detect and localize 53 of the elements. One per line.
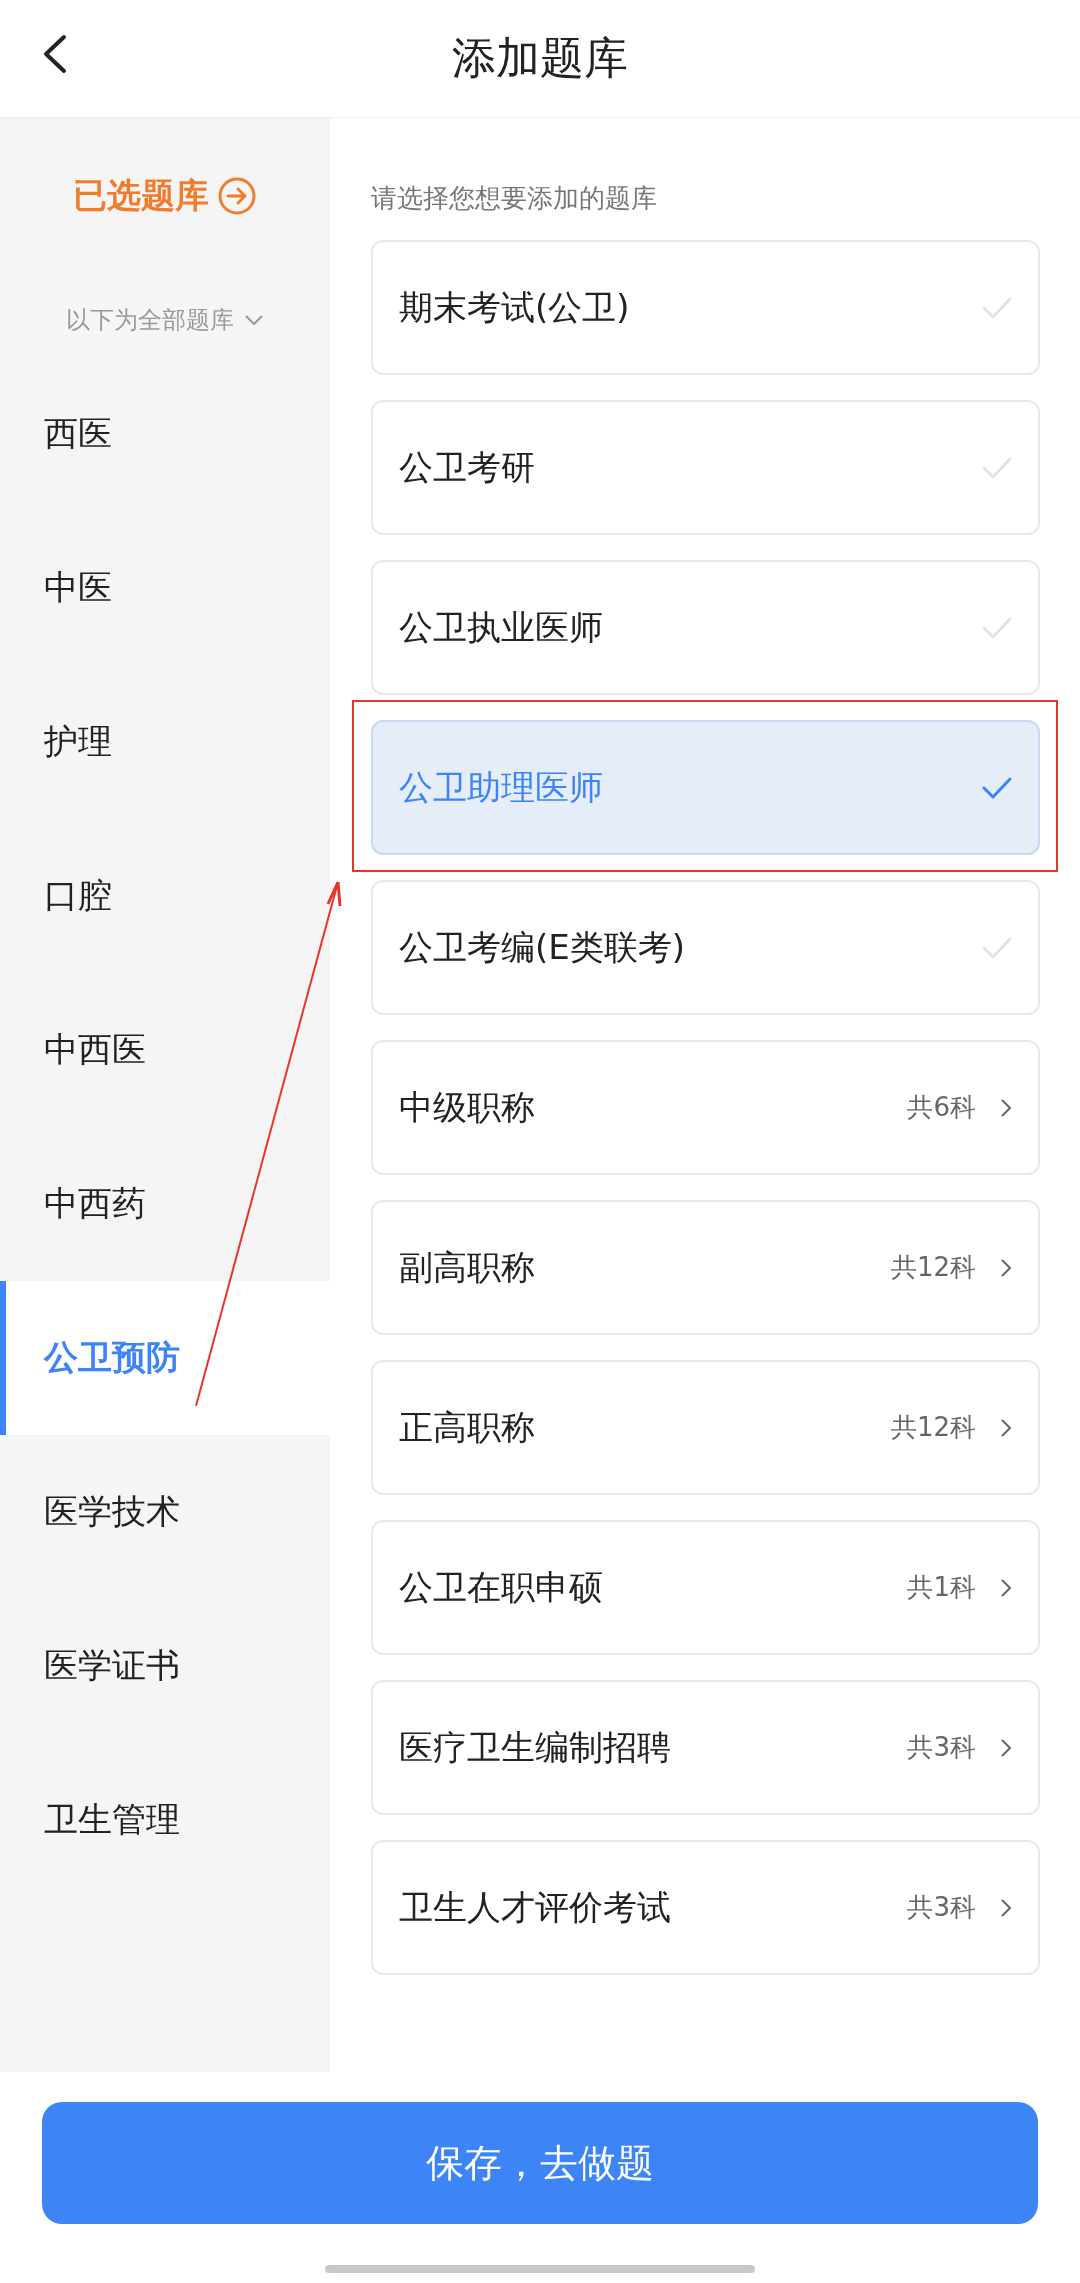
chevron-icon bbox=[1000, 1897, 1012, 1918]
bank-group[interactable]: 正高职称 共12科 bbox=[371, 1360, 1040, 1495]
check-icon bbox=[982, 936, 1012, 959]
bank-group[interactable]: 公卫在职申硕 共1科 bbox=[371, 1520, 1040, 1655]
category-tab[interactable]: 医学技术 bbox=[0, 1435, 330, 1589]
bank-name: 副高职称 bbox=[399, 1245, 536, 1289]
subject-count: 共3科 bbox=[907, 1891, 976, 1924]
bank-name: 公卫在职申硕 bbox=[399, 1565, 604, 1609]
bank-name: 中级职称 bbox=[399, 1085, 536, 1129]
bank-name: 公卫执业医师 bbox=[399, 605, 604, 649]
bank-name: 卫生人才评价考试 bbox=[399, 1885, 672, 1929]
subject-count: 共3科 bbox=[907, 1731, 976, 1764]
bank-name: 正高职称 bbox=[399, 1405, 536, 1449]
chevron-down-icon bbox=[244, 313, 264, 327]
category-tab[interactable]: 口腔 bbox=[0, 819, 330, 973]
subject-count: 共12科 bbox=[890, 1251, 976, 1284]
chevron-icon bbox=[1000, 1577, 1012, 1598]
bank-group[interactable]: 卫生人才评价考试 共3科 bbox=[371, 1840, 1040, 1975]
bank-option[interactable]: 公卫考研 bbox=[371, 400, 1040, 535]
check-icon bbox=[982, 616, 1012, 639]
arrow-circle-icon bbox=[217, 176, 257, 216]
instruction-text: 请选择您想要添加的题库 bbox=[371, 182, 658, 215]
bank-group[interactable]: 中级职称 共6科 bbox=[371, 1040, 1040, 1175]
subject-count: 共1科 bbox=[907, 1571, 976, 1604]
bank-group[interactable]: 医疗卫生编制招聘 共3科 bbox=[371, 1680, 1040, 1815]
subject-count: 共12科 bbox=[890, 1411, 976, 1444]
bank-option[interactable]: 公卫执业医师 bbox=[371, 560, 1040, 695]
category-tab[interactable]: 卫生管理 bbox=[0, 1743, 330, 1897]
category-tab[interactable]: 医学证书 bbox=[0, 1589, 330, 1743]
category-tab[interactable]: 中西药 bbox=[0, 1127, 330, 1281]
category-tab[interactable]: 中西医 bbox=[0, 973, 330, 1127]
bank-group[interactable]: 副高职称 共12科 bbox=[371, 1200, 1040, 1335]
check-icon bbox=[982, 776, 1012, 799]
bank-name: 期末考试(公卫) bbox=[399, 285, 631, 329]
chevron-icon bbox=[1000, 1257, 1012, 1278]
category-tab[interactable]: 中医 bbox=[0, 511, 330, 665]
chevron-icon bbox=[1000, 1737, 1012, 1758]
check-icon bbox=[982, 456, 1012, 479]
bank-option[interactable]: 公卫考编(E类联考) bbox=[371, 880, 1040, 1015]
category-tab[interactable]: 西医 bbox=[0, 357, 330, 511]
category-tab[interactable]: 护理 bbox=[0, 665, 330, 819]
bank-name: 医疗卫生编制招聘 bbox=[399, 1725, 672, 1769]
save-button[interactable]: 保存，去做题 bbox=[42, 2102, 1038, 2224]
category-tab[interactable]: 公卫预防 bbox=[0, 1281, 330, 1435]
bank-name: 公卫考研 bbox=[399, 445, 536, 489]
chevron-icon bbox=[1000, 1097, 1012, 1118]
subject-count: 共6科 bbox=[907, 1091, 976, 1124]
bank-name: 公卫助理医师 bbox=[399, 765, 604, 809]
bank-name: 公卫考编(E类联考) bbox=[399, 925, 686, 969]
page-title: 添加题库 bbox=[452, 31, 628, 85]
check-icon bbox=[982, 296, 1012, 319]
chevron-icon bbox=[1000, 1417, 1012, 1438]
bank-option[interactable]: 期末考试(公卫) bbox=[371, 240, 1040, 375]
